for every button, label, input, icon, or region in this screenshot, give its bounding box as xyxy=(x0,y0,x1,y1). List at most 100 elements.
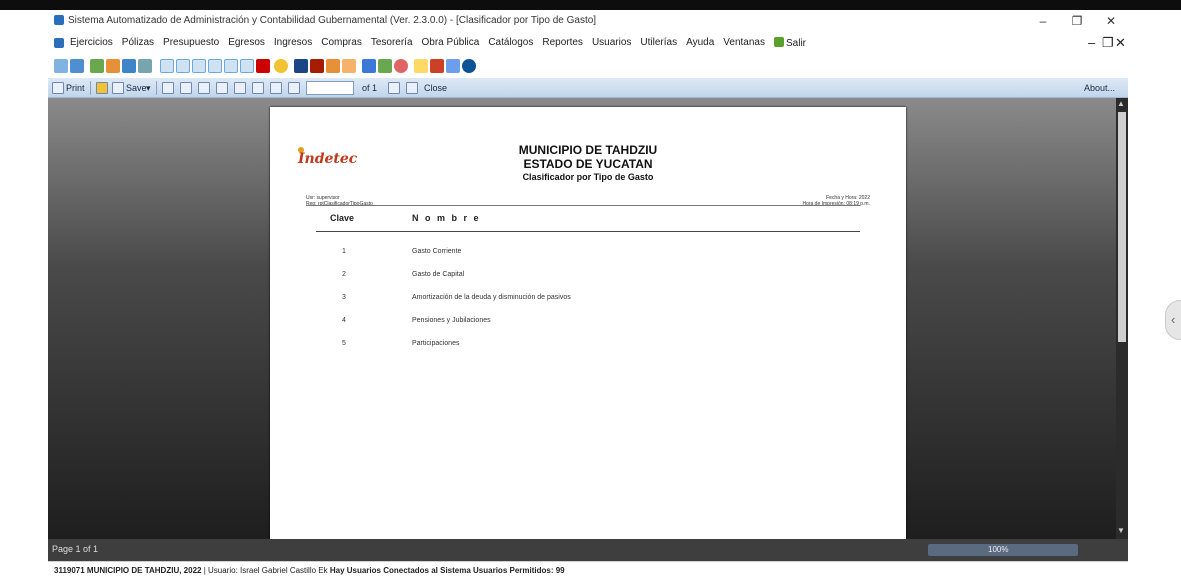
zoom-in-icon[interactable] xyxy=(198,82,210,94)
menu-catalogos[interactable]: Catálogos xyxy=(488,37,533,49)
report-subtitle: Clasificador por Tipo de Gasto xyxy=(522,172,654,182)
page-number-input[interactable] xyxy=(306,81,354,95)
open-icon[interactable] xyxy=(96,82,108,94)
menu-tesoreria[interactable]: Tesorería xyxy=(371,37,413,49)
form-icon-2[interactable] xyxy=(176,59,190,73)
form-icon-4[interactable] xyxy=(208,59,222,73)
screen: Sistema Automatizado de Administración y… xyxy=(0,0,1181,579)
zoom-level: 100% xyxy=(988,545,1009,554)
report-icon[interactable] xyxy=(138,59,152,73)
settings-icon[interactable] xyxy=(378,59,392,73)
minimize-button[interactable]: – xyxy=(1026,12,1060,30)
coin-icon[interactable] xyxy=(274,59,288,73)
calculator-icon[interactable] xyxy=(294,59,308,73)
folder-icon[interactable] xyxy=(342,59,356,73)
user-icon[interactable] xyxy=(326,59,340,73)
document-icon xyxy=(54,38,64,48)
document-icon[interactable] xyxy=(70,59,84,73)
connected-message: Hay Usuarios Conectados al Sistema xyxy=(329,566,471,575)
app-window: Sistema Automatizado de Administración y… xyxy=(48,10,1128,579)
form-icon-5[interactable] xyxy=(224,59,238,73)
side-panel-handle[interactable]: ‹ xyxy=(1165,300,1181,340)
shield-icon[interactable] xyxy=(430,59,444,73)
menu-egresos[interactable]: Egresos xyxy=(228,37,265,49)
column-header-nombre: N o m b r e xyxy=(412,213,481,223)
page-status: Page 1 of 1 xyxy=(52,544,99,554)
save-button[interactable]: Save xyxy=(126,81,147,95)
globe-icon[interactable] xyxy=(394,59,408,73)
title-bar: Sistema Automatizado de Administración y… xyxy=(48,10,1128,32)
scroll-down-icon[interactable]: ▼ xyxy=(1117,526,1125,535)
previous-page-icon[interactable] xyxy=(288,82,300,94)
menu-utilerias[interactable]: Utilerías xyxy=(640,37,677,49)
report-state: ESTADO DE YUCATAN xyxy=(523,157,653,171)
zoom-control[interactable]: 100% xyxy=(928,544,1078,556)
restore-button[interactable]: ❐ xyxy=(1060,12,1094,30)
mdi-close-button[interactable]: ✕ xyxy=(1115,35,1126,51)
table-row: 1 Gasto Corriente xyxy=(270,248,906,260)
menu-ingresos[interactable]: Ingresos xyxy=(274,37,312,49)
menu-ventanas[interactable]: Ventanas xyxy=(723,37,765,49)
table-row: 5 Participaciones xyxy=(270,340,906,352)
menu-obra-publica[interactable]: Obra Pública xyxy=(422,37,480,49)
mdi-restore-button[interactable]: ❐ xyxy=(1102,35,1114,51)
next-page-icon[interactable] xyxy=(388,82,400,94)
form-icon-6[interactable] xyxy=(240,59,254,73)
multi-page-icon[interactable] xyxy=(252,82,264,94)
menu-salir[interactable]: Salir xyxy=(774,37,806,49)
menu-ayuda[interactable]: Ayuda xyxy=(686,37,714,49)
find-icon[interactable] xyxy=(180,82,192,94)
chart-icon[interactable] xyxy=(106,59,120,73)
help-icon[interactable] xyxy=(462,59,476,73)
first-page-icon[interactable] xyxy=(270,82,282,94)
form-icon-1[interactable] xyxy=(160,59,174,73)
exit-icon xyxy=(774,37,784,47)
menu-polizas[interactable]: Pólizas xyxy=(122,37,154,49)
save-icon[interactable] xyxy=(446,59,460,73)
app-icon xyxy=(54,15,64,25)
report-print-time: Hora de Impresión: 08:19 p.m. xyxy=(802,201,870,207)
about-button[interactable]: About... xyxy=(1084,81,1115,95)
zoom-out-icon[interactable] xyxy=(216,82,228,94)
screen-top-edge xyxy=(0,0,1181,10)
close-button[interactable]: ✕ xyxy=(1094,12,1128,30)
menu-ejercicios[interactable]: Ejercicios xyxy=(70,37,113,49)
row-clave: 1 xyxy=(342,248,346,255)
copy-icon[interactable] xyxy=(162,82,174,94)
alert-icon[interactable] xyxy=(256,59,270,73)
main-toolbar xyxy=(48,54,1128,78)
scrollbar-thumb[interactable] xyxy=(1118,112,1126,342)
report-name: Rep: rptClasificadorTipoGasto xyxy=(306,201,373,207)
page-of-label: of 1 xyxy=(362,83,378,93)
menu-usuarios[interactable]: Usuarios xyxy=(592,37,631,49)
toolbar-separator xyxy=(156,81,157,95)
single-page-icon[interactable] xyxy=(234,82,246,94)
back-icon[interactable] xyxy=(54,59,68,73)
tools-icon[interactable] xyxy=(362,59,376,73)
key-icon[interactable] xyxy=(414,59,428,73)
table-row: 4 Pensiones y Jubilaciones xyxy=(270,317,906,329)
report-toolbar: Print Save ▾ of 1 Close About... xyxy=(48,78,1128,98)
toolbar-separator xyxy=(90,81,91,95)
column-header-clave: Clave xyxy=(330,213,355,223)
print-button[interactable]: Print xyxy=(66,81,85,95)
scroll-up-icon[interactable]: ▲ xyxy=(1117,99,1125,108)
menu-compras[interactable]: Compras xyxy=(321,37,362,49)
grid-icon[interactable] xyxy=(122,59,136,73)
row-clave: 3 xyxy=(342,294,346,301)
money-icon[interactable] xyxy=(90,59,104,73)
close-report-button[interactable]: Close xyxy=(424,81,447,95)
last-page-icon[interactable] xyxy=(406,82,418,94)
table-row: 2 Gasto de Capital xyxy=(270,271,906,283)
save-dropdown-icon[interactable]: ▾ xyxy=(146,81,151,95)
menu-presupuesto[interactable]: Presupuesto xyxy=(163,37,219,49)
disk-icon xyxy=(112,82,124,94)
table-row: 3 Amortización de la deuda y disminución… xyxy=(270,294,906,306)
form-icon-3[interactable] xyxy=(192,59,206,73)
column-header-rule xyxy=(316,231,860,232)
building-icon[interactable] xyxy=(310,59,324,73)
row-nombre: Participaciones xyxy=(412,340,460,347)
mdi-minimize-button[interactable]: – xyxy=(1088,35,1095,50)
menu-reportes[interactable]: Reportes xyxy=(542,37,583,49)
vertical-scrollbar[interactable]: ▲ ▼ xyxy=(1116,98,1128,539)
